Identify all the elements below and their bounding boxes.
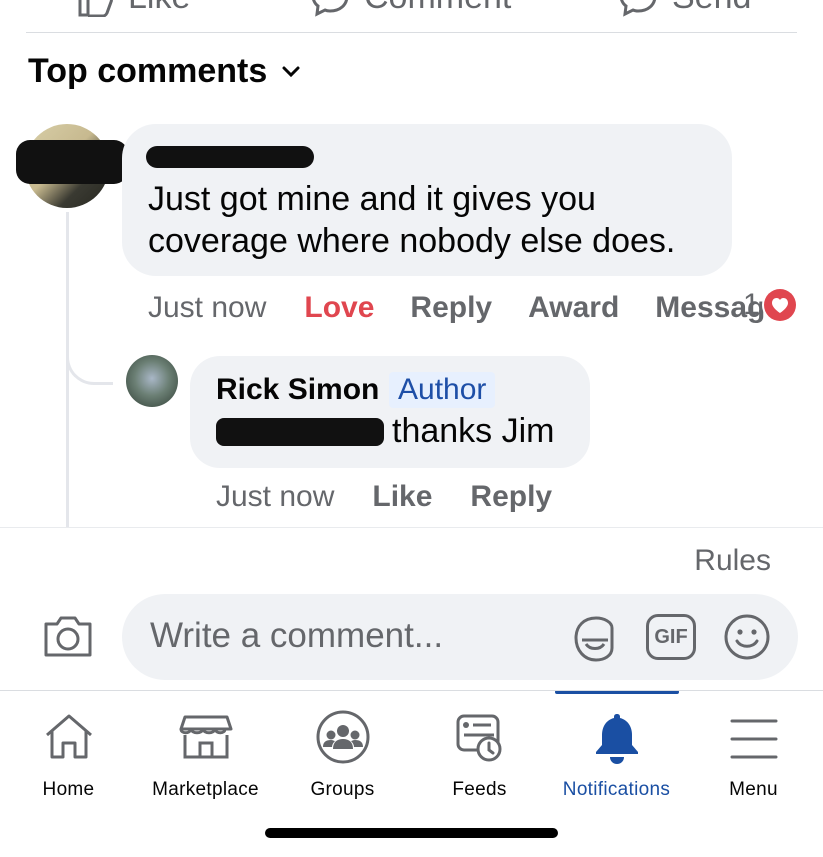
reply-timestamp: Just now bbox=[216, 480, 335, 513]
redacted-commenter-name bbox=[146, 146, 314, 168]
reply-author-avatar[interactable] bbox=[126, 355, 178, 407]
love-reaction-button[interactable]: Love bbox=[304, 291, 374, 325]
comment-timestamp: Just now bbox=[148, 291, 267, 324]
reply-button[interactable]: Reply bbox=[410, 291, 492, 325]
camera-icon bbox=[44, 616, 92, 657]
redacted-block bbox=[16, 140, 128, 184]
actions-divider bbox=[26, 32, 797, 33]
reply-text: thanks Jim bbox=[392, 412, 555, 450]
nav-menu-label: Menu bbox=[729, 779, 778, 800]
nav-groups[interactable]: Groups bbox=[274, 691, 411, 821]
nav-home[interactable]: Home bbox=[0, 691, 137, 821]
comment-action[interactable]: Comment bbox=[310, 0, 511, 17]
comment-meta: Just now Love Reply Award Message bbox=[148, 288, 782, 328]
comment-input[interactable]: Write a comment... GIF bbox=[122, 594, 798, 680]
nav-menu[interactable]: Menu bbox=[685, 691, 822, 821]
home-icon bbox=[45, 714, 92, 759]
bell-icon bbox=[595, 714, 638, 764]
thumbs-up-icon bbox=[78, 0, 113, 17]
nav-feeds-label: Feeds bbox=[452, 779, 507, 800]
send-action[interactable]: Send bbox=[618, 0, 751, 17]
gif-label: GIF bbox=[654, 625, 688, 648]
gif-button[interactable]: GIF bbox=[646, 614, 696, 660]
nav-home-label: Home bbox=[42, 779, 95, 800]
reply-to-reply-button[interactable]: Reply bbox=[470, 480, 552, 514]
reply-meta: Just now Like Reply bbox=[216, 477, 552, 517]
thread-connector bbox=[66, 340, 113, 385]
storefront-icon bbox=[179, 715, 232, 759]
emoji-button[interactable] bbox=[722, 612, 772, 662]
camera-button[interactable] bbox=[40, 612, 96, 660]
nav-feeds[interactable]: Feeds bbox=[411, 691, 548, 821]
nav-marketplace[interactable]: Marketplace bbox=[137, 691, 274, 821]
nav-notifications-label: Notifications bbox=[562, 779, 671, 800]
groups-icon bbox=[316, 710, 369, 764]
nav-marketplace-label: Marketplace bbox=[152, 779, 259, 800]
nav-groups-label: Groups bbox=[310, 779, 375, 800]
avatar-sticker-icon bbox=[574, 616, 614, 662]
like-action[interactable]: Like bbox=[76, 0, 190, 17]
like-label: Like bbox=[128, 0, 190, 17]
send-label: Send bbox=[672, 0, 751, 17]
redacted-mention bbox=[216, 418, 384, 446]
comment-label: Comment bbox=[364, 0, 511, 17]
reply-author-name[interactable]: Rick Simon bbox=[216, 373, 379, 407]
comment-sort-dropdown[interactable]: Top comments bbox=[28, 52, 301, 91]
chevron-down-icon bbox=[282, 66, 300, 77]
reaction-summary[interactable] bbox=[762, 287, 798, 323]
composer-divider bbox=[0, 527, 823, 528]
comment-placeholder: Write a comment... bbox=[150, 616, 444, 655]
author-badge: Author bbox=[389, 372, 496, 408]
like-button[interactable]: Like bbox=[372, 480, 432, 514]
home-indicator bbox=[265, 828, 558, 838]
hamburger-menu-icon bbox=[730, 719, 777, 759]
award-button[interactable]: Award bbox=[528, 291, 619, 325]
reaction-count: 1 bbox=[743, 288, 760, 321]
feeds-icon bbox=[456, 714, 501, 762]
nav-notifications[interactable]: Notifications bbox=[548, 691, 685, 821]
messenger-icon bbox=[620, 0, 656, 17]
rules-link[interactable]: Rules bbox=[694, 544, 771, 578]
comment-icon bbox=[312, 0, 348, 17]
comment-text: Just got mine and it gives you coverage … bbox=[148, 180, 676, 260]
smiley-icon bbox=[724, 614, 770, 660]
sort-label: Top comments bbox=[28, 52, 268, 90]
avatar-sticker-button[interactable] bbox=[568, 612, 620, 664]
heart-reaction-icon bbox=[764, 289, 796, 321]
